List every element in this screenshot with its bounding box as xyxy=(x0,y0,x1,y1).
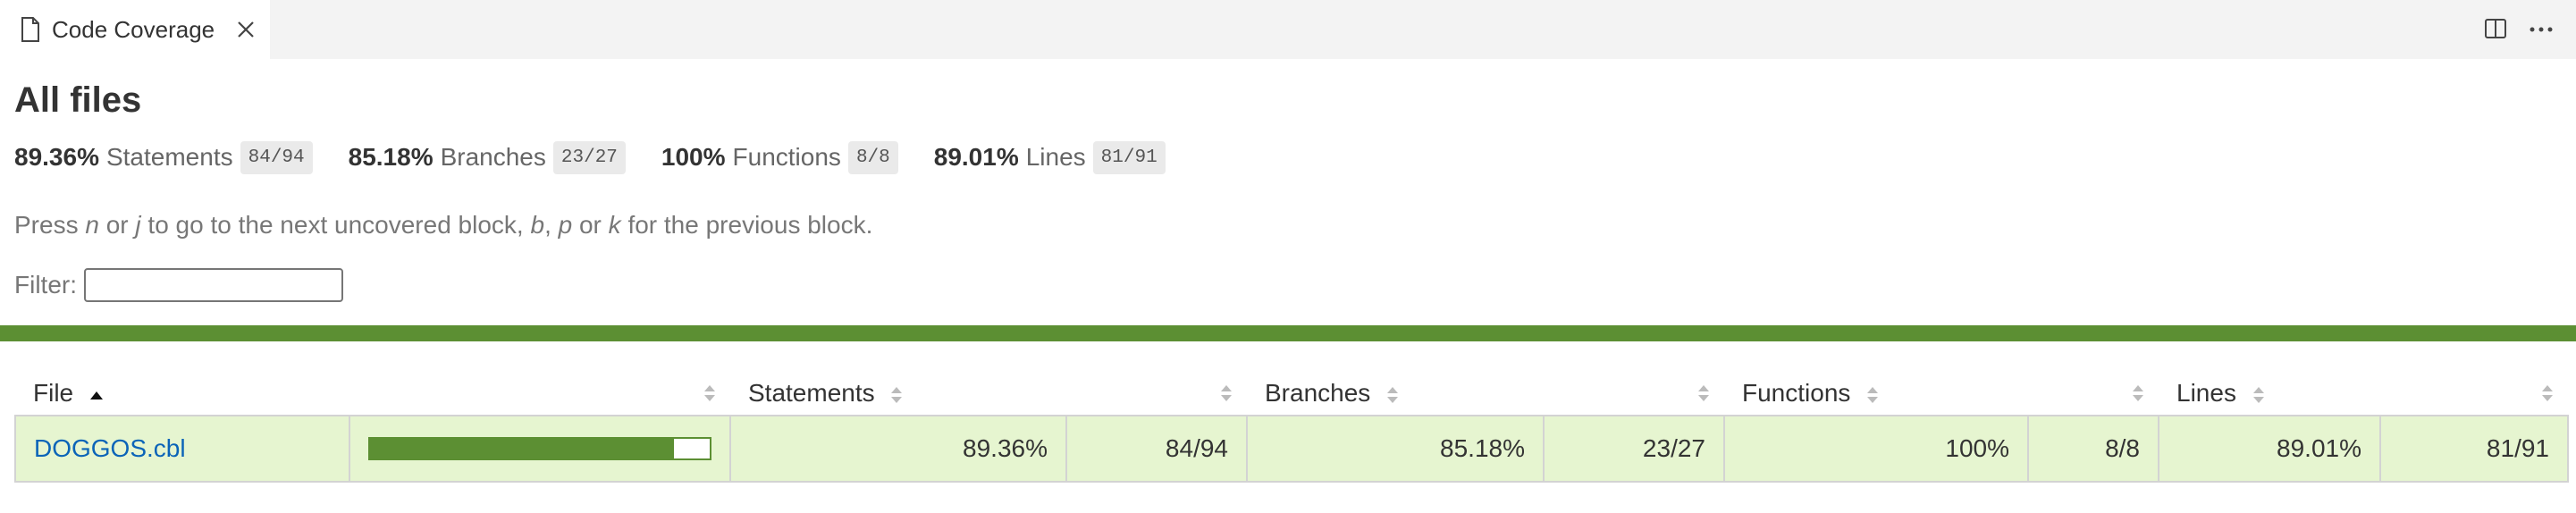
summary-fraction: 81/91 xyxy=(1092,140,1166,174)
summary-label: Statements xyxy=(105,143,233,171)
tab-title: Code Coverage xyxy=(52,15,215,43)
column-header-lines[interactable]: Lines xyxy=(2159,372,2380,416)
column-header-branches[interactable]: Branches xyxy=(1247,372,1544,416)
column-header-label: Branches xyxy=(1265,379,1371,407)
hint-key-k: k xyxy=(608,211,621,239)
summary-branches: 85.18% Branches 23/27 xyxy=(348,140,626,174)
file-link[interactable]: DOGGOS.cbl xyxy=(34,434,186,462)
file-icon xyxy=(21,17,39,42)
lines-pct-cell: 89.01% xyxy=(2158,415,2381,483)
summary-pct: 89.36% xyxy=(14,143,99,171)
summary-fraction: 84/94 xyxy=(240,140,313,174)
coverage-table: File Statements Branches Functions Lines… xyxy=(14,372,2569,483)
column-header-functions-raw[interactable] xyxy=(2028,372,2159,416)
column-header-functions[interactable]: Functions xyxy=(1724,372,2028,416)
sort-icon xyxy=(704,385,715,401)
column-header-label: File xyxy=(33,379,74,407)
hint-text: , xyxy=(544,211,559,239)
statements-pct-cell: 89.36% xyxy=(729,415,1067,483)
summary-fraction: 8/8 xyxy=(847,140,898,174)
filter-input[interactable] xyxy=(84,268,343,302)
column-header-statements-raw[interactable] xyxy=(1066,372,1247,416)
sort-icon xyxy=(1867,386,1879,403)
summary-pct: 85.18% xyxy=(348,143,434,171)
keyboard-hint: Press n or j to go to the next uncovered… xyxy=(14,211,872,240)
column-header-coverage-bar[interactable] xyxy=(349,372,730,416)
sort-icon xyxy=(1387,386,1399,403)
sort-icon xyxy=(1221,385,1232,401)
sort-icon xyxy=(2252,386,2264,403)
hint-key-p: p xyxy=(558,211,573,239)
close-icon[interactable] xyxy=(234,18,257,41)
summary-pct: 100% xyxy=(661,143,726,171)
sort-icon xyxy=(1698,385,1709,401)
hint-key-b: b xyxy=(530,211,545,239)
sort-icon xyxy=(2133,385,2143,401)
column-header-file[interactable]: File xyxy=(15,372,349,416)
branches-pct-cell: 85.18% xyxy=(1246,415,1545,483)
coverage-bar-cell xyxy=(349,415,731,483)
summary-label: Branches xyxy=(440,143,546,171)
summary-lines: 89.01% Lines 81/91 xyxy=(933,140,1166,174)
summary-functions: 100% Functions 8/8 xyxy=(661,140,898,174)
hint-text: or xyxy=(572,211,609,239)
lines-fraction-cell: 81/91 xyxy=(2379,415,2569,483)
summary-label: Functions xyxy=(732,143,841,171)
tab-code-coverage[interactable]: Code Coverage xyxy=(0,0,270,59)
more-actions-icon[interactable] xyxy=(2528,16,2555,43)
editor-tab-bar: Code Coverage xyxy=(0,0,2576,59)
summary-pct: 89.01% xyxy=(933,143,1019,171)
column-header-label: Functions xyxy=(1742,379,1851,407)
sort-ascending-icon xyxy=(89,391,103,399)
column-header-branches-raw[interactable] xyxy=(1544,372,1724,416)
functions-pct-cell: 100% xyxy=(1723,415,2029,483)
hint-text: Press xyxy=(14,211,86,239)
summary-fraction: 23/27 xyxy=(552,140,626,174)
sort-icon xyxy=(891,386,903,403)
column-header-statements[interactable]: Statements xyxy=(730,372,1066,416)
coverage-bar xyxy=(368,437,711,460)
column-header-lines-raw[interactable] xyxy=(2380,372,2568,416)
table-header-row: File Statements Branches Functions Lines xyxy=(15,372,2568,416)
summary-label: Lines xyxy=(1025,143,1086,171)
file-cell: DOGGOS.cbl xyxy=(14,415,350,483)
column-header-label: Lines xyxy=(2176,379,2236,407)
split-editor-icon[interactable] xyxy=(2483,16,2508,41)
summary-statements: 89.36% Statements 84/94 xyxy=(14,140,313,174)
hint-text: for the previous block. xyxy=(620,211,873,239)
coverage-bar-fill xyxy=(370,439,674,458)
hint-key-n: n xyxy=(85,211,99,239)
branches-fraction-cell: 23/27 xyxy=(1543,415,1725,483)
sort-icon xyxy=(2542,385,2553,401)
coverage-status-bar xyxy=(0,325,2576,341)
hint-text: to go to the next uncovered block, xyxy=(140,211,531,239)
functions-fraction-cell: 8/8 xyxy=(2027,415,2159,483)
filter-label: Filter: xyxy=(14,271,77,299)
hint-text: or xyxy=(98,211,136,239)
column-header-label: Statements xyxy=(748,379,875,407)
table-row: DOGGOS.cbl 89.36% 84/94 85.18% 23/27 100… xyxy=(14,415,2569,483)
filter-row: Filter: xyxy=(14,268,343,302)
page-title: All files xyxy=(14,80,142,120)
statements-fraction-cell: 84/94 xyxy=(1065,415,1248,483)
coverage-summary: 89.36% Statements 84/94 85.18% Branches … xyxy=(14,138,1201,177)
